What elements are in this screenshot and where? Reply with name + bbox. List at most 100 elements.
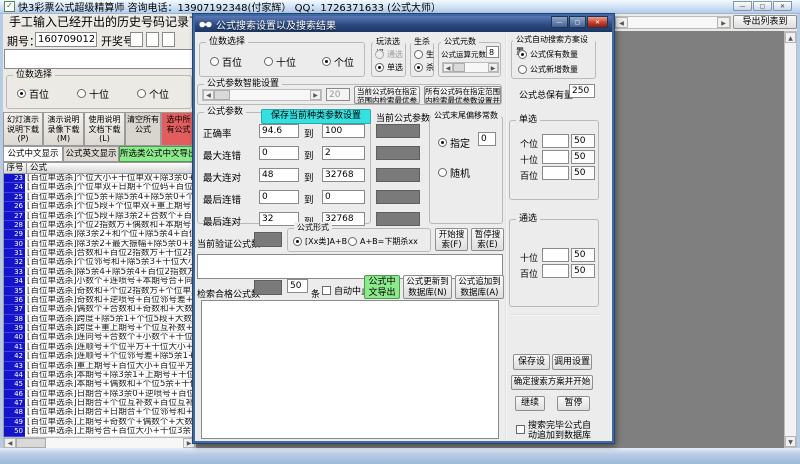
scroll-up-icon[interactable]: ▲ [785,32,796,43]
update-database-button[interactable]: 公式更新到数据库(N) [403,275,452,299]
table-row[interactable]: 42[百位单选杀]连顺号+个位邻号差+除5余1+数字个 [4,352,195,361]
save-settings-button[interactable]: 保存设置 [513,354,550,370]
left-radio-tens[interactable]: 十位 [77,86,109,101]
radio-sha[interactable]: 杀 [414,62,434,73]
table-row[interactable]: 24[百位单选杀]个位单双+日期+个位码+百位邻号和 [4,183,195,192]
issue-input[interactable] [35,32,97,47]
param-from-input[interactable] [259,212,299,226]
table-row[interactable]: 46[百位单选杀]日期合+除3余0+逆喷号+百位立方+ [4,390,195,399]
total-keep-input[interactable] [569,84,595,98]
single-tens-input[interactable] [542,150,569,164]
dlg-radio-units[interactable]: 个位 [322,54,354,69]
left-radio-units[interactable]: 个位 [137,86,169,101]
table-row[interactable]: 26[百位单选杀]个位5段+个位单双+重上期号+日期+ [4,202,195,211]
table-row[interactable]: 30[百位单选杀]除3余2+最大振幅+除5余0+百位2指 [4,240,195,249]
table-row[interactable]: 48[百位单选杀]日期合+日期合+个位邻号和+十位邻 [4,408,195,417]
draw-digit-1-input[interactable] [130,32,143,47]
table-row[interactable]: 50[百位单选杀]上期号合+百位大小+十位3余+质数 [4,427,195,436]
table-row[interactable]: 29[百位单选杀]除3余2+和个位+除5余4+百位平方+ [4,230,195,239]
table-row[interactable]: 41[百位单选杀]连顺号+个位平方+十位大小+跨度+ [4,343,195,352]
manual-download-button[interactable]: 使用说明文档下载(L) [84,112,125,146]
param-from-input[interactable] [259,168,299,182]
close-icon[interactable]: ✕ [773,1,792,11]
draw-digit-3-input[interactable] [162,32,175,47]
pause-button[interactable]: 暂停 [557,396,590,411]
table-row[interactable]: 34[百位单选杀]小数个+连喷号+本期号合+同号个数 [4,277,195,286]
scroll-left-icon[interactable]: ◀ [203,90,214,100]
tab-formula-english[interactable]: 公式英文显示 [63,146,119,162]
param-to-input[interactable] [322,168,365,182]
table-row[interactable]: 31[百位单选杀]合数和+百位2指数方+十位2指数方 [4,249,195,258]
clear-all-formulas-button[interactable]: 清空所有公式 [125,112,161,146]
operand-scrollbar[interactable]: ◀ ▶ [442,62,499,73]
radio-danxuan[interactable]: 单选 [375,62,403,73]
radio-keep-count[interactable]: 公式保有数量 [518,49,578,60]
table-row[interactable]: 38[百位单选杀]跨度+除5余1+个位5段+大数和+个位 [4,315,195,324]
scroll-left-icon[interactable]: ◀ [443,63,453,72]
load-settings-button[interactable]: 调用设置 [552,354,592,370]
radio-tongxuan[interactable]: 通选 [375,49,403,60]
radio-sheng[interactable]: 生 [414,49,434,60]
single-units-input[interactable] [542,134,569,148]
radio-form-next[interactable]: A+B=下期杀xx [348,236,418,247]
scroll-left-icon[interactable]: ◀ [4,438,16,448]
table-row[interactable]: 23[百位单选杀]个位大小+十位单双+除3余0+百位立 [4,174,195,183]
scroll-track[interactable] [230,90,310,100]
param-from-input[interactable] [259,124,299,138]
tong-tens-input[interactable] [542,248,569,262]
smart-range-input[interactable] [326,88,350,101]
export-excel-button[interactable]: 导出列表到Excel [733,15,797,29]
search-best-current-button[interactable]: 当前公式码在指定范围内检索最优参数设置 [354,86,420,104]
radio-new-count[interactable]: 公式新增数量 [518,64,578,75]
single-hundreds-input[interactable] [542,166,569,180]
minimize-icon[interactable]: — [551,16,568,28]
radio-form-class[interactable]: [Xx类]A+B [293,236,347,247]
offset-value-input[interactable] [478,132,496,146]
scroll-track[interactable] [46,438,183,448]
demo-video-download-button[interactable]: 演示说明录像下载(M) [43,112,84,146]
scroll-thumb[interactable] [16,438,46,448]
workspace-vertical-scrollbar[interactable]: ▲ ▼ [784,31,797,448]
scroll-thumb[interactable] [214,90,230,100]
param-to-input[interactable] [322,190,365,204]
param-from-input[interactable] [259,146,299,160]
maximize-icon[interactable]: ▢ [569,16,586,28]
table-row[interactable]: 47[百位单选杀]日期合+个位互补数+百位互补数+十 [4,399,195,408]
scroll-thumb[interactable] [453,63,465,72]
scroll-down-icon[interactable]: ▼ [785,436,796,447]
save-param-settings-button[interactable]: 保存当前种类参数设置 [261,109,371,124]
table-row[interactable]: 27[百位单选杀]个位5段+除3余2+合数个+百位单双+ [4,212,195,221]
search-result-box[interactable] [201,300,499,439]
dlg-radio-tens[interactable]: 十位 [264,54,296,69]
table-row[interactable]: 32[百位单选杀]个位邻号和+除5余3+十位大小+月份 [4,258,195,267]
left-radio-hundreds[interactable]: 百位 [17,86,49,101]
scroll-track[interactable] [465,63,488,72]
table-row[interactable]: 45[百位单选杀]本期号+偶数和+个位5余+十位平方+ [4,380,195,389]
slideshow-download-button[interactable]: 幻灯演示说明下载(P) [3,112,43,146]
continue-button[interactable]: 继续 [515,396,545,411]
start-search-button[interactable]: 开始搜索(F) [435,228,468,251]
search-best-all-button[interactable]: 所有公式码在指定范围内检索最优参数设置并保存 [424,86,501,104]
tong-hundreds-input[interactable] [542,264,569,278]
scroll-left-icon[interactable]: ◀ [615,17,628,28]
table-row[interactable]: 35[百位单选杀]奇数和+个位2指数方+个位单双+除 [4,287,195,296]
minimize-icon[interactable]: — [733,1,752,11]
param-to-input[interactable] [322,146,365,160]
formula-table-body[interactable]: 23[百位单选杀]个位大小+十位单双+除3余0+百位立24[百位单选杀]个位单双… [3,174,196,437]
auto-append-checkbox[interactable]: 搜索完毕公式自动追加到数据库 [516,422,592,441]
tab-export-selected-chinese[interactable]: 所选类公式中文导出 [119,146,196,162]
radio-random[interactable]: 随机 [438,165,470,180]
maximize-icon[interactable]: ▢ [753,1,772,11]
export-chinese-button[interactable]: 公式中文导出 [364,275,400,299]
radio-specify[interactable]: 指定 [438,135,470,150]
scroll-track[interactable] [785,43,796,436]
scroll-track[interactable] [628,17,717,28]
scroll-right-icon[interactable]: ▶ [717,17,730,28]
qualified-limit-input[interactable] [287,279,308,293]
top-horizontal-scrollbar[interactable]: ◀ ▶ [614,16,731,29]
draw-digit-2-input[interactable] [146,32,159,47]
table-row[interactable]: 39[百位单选杀]跨度+重上期号+个位互补数+百位5 [4,324,195,333]
append-database-button[interactable]: 公式追加到数据库(A) [455,275,504,299]
scroll-right-icon[interactable]: ▶ [488,63,498,72]
tab-formula-chinese[interactable]: 公式中文显示 [3,146,63,162]
